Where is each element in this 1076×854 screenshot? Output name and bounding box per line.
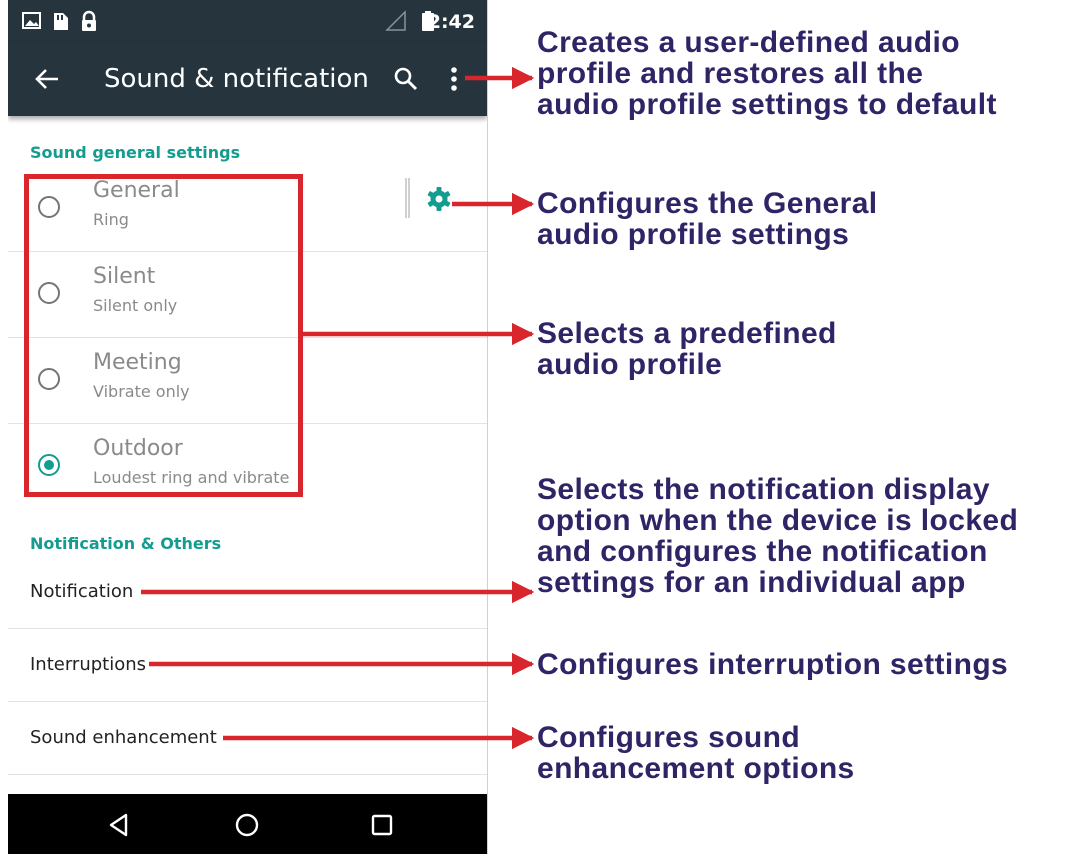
annotation-arrows	[141, 66, 535, 750]
